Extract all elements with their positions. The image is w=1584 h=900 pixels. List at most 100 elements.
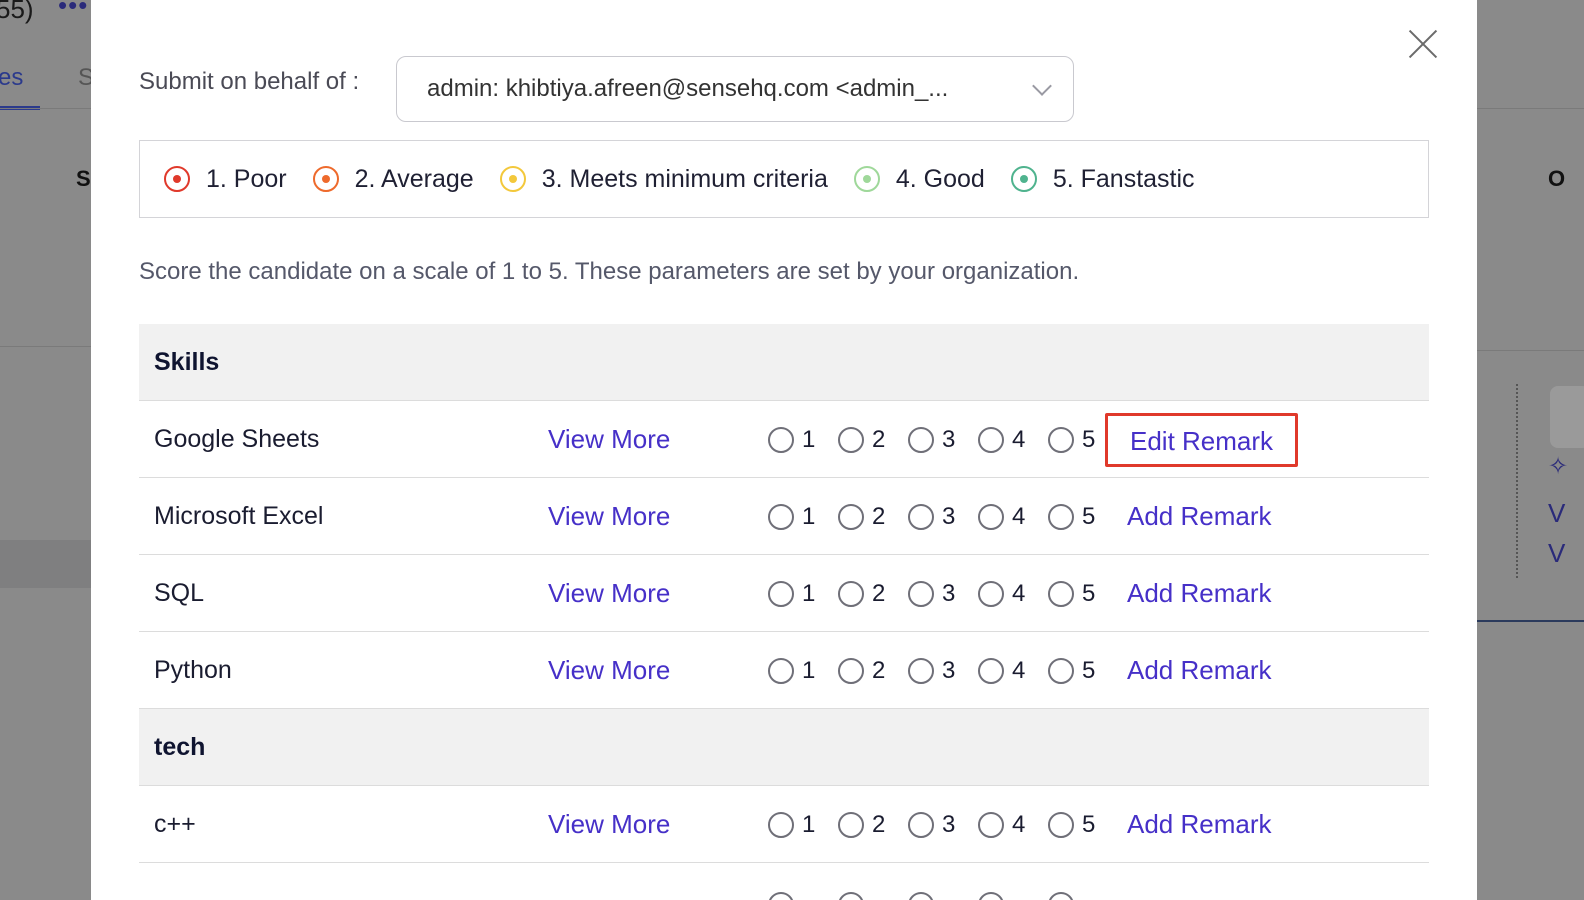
score-option[interactable]	[768, 892, 826, 900]
score-option[interactable]: 3	[908, 811, 966, 839]
score-label: 1	[802, 425, 816, 453]
radio-button[interactable]	[978, 426, 1004, 453]
radio-button[interactable]	[908, 580, 934, 607]
score-label: 3	[942, 579, 956, 607]
radio-button[interactable]	[768, 811, 794, 838]
score-option[interactable]: 2	[838, 657, 896, 685]
legend-label: 2. Average	[354, 164, 474, 193]
radio-button[interactable]	[838, 811, 864, 838]
legend-item-fantastic: 5. Fanstastic	[1010, 165, 1195, 194]
legend-label: 1. Poor	[206, 164, 287, 193]
radio-button[interactable]	[838, 426, 864, 453]
radio-button[interactable]	[1048, 580, 1074, 607]
score-option[interactable]: 4	[978, 580, 1036, 608]
score-option[interactable]	[978, 892, 1036, 900]
view-more-link[interactable]: View More	[548, 401, 670, 478]
legend-item-average: 2. Average	[312, 164, 474, 194]
radio-button[interactable]	[908, 503, 934, 530]
radio-button[interactable]	[838, 657, 864, 684]
legend-item-poor: 1. Poor	[164, 165, 287, 194]
radio-button[interactable]	[908, 811, 934, 838]
score-option[interactable]	[1048, 892, 1106, 900]
score-option[interactable]: 5	[1048, 580, 1106, 608]
score-option[interactable]: 3	[908, 426, 966, 454]
view-more-link[interactable]: View More	[548, 555, 670, 632]
side-card	[1550, 386, 1584, 448]
radio-button[interactable]	[978, 580, 1004, 607]
radio-button[interactable]	[1048, 892, 1074, 900]
score-option[interactable]: 5	[1048, 657, 1106, 685]
rating-legend: 1. Poor 2. Average 3. Meets minimum crit…	[139, 140, 1429, 218]
score-option[interactable]: 2	[838, 580, 896, 608]
radio-button[interactable]	[908, 892, 934, 900]
legend-item-good: 4. Good	[853, 165, 985, 194]
radio-button[interactable]	[768, 892, 794, 900]
radio-button[interactable]	[1048, 426, 1074, 453]
submit-on-behalf-select[interactable]: admin: khibtiya.afreen@sensehq.com <admi…	[396, 56, 1074, 122]
score-option[interactable]: 4	[978, 426, 1036, 454]
score-label: 3	[942, 425, 956, 453]
score-option[interactable]: 5	[1048, 503, 1106, 531]
radio-button[interactable]	[908, 657, 934, 684]
view-more-link[interactable]: View More	[548, 478, 670, 555]
table-row	[139, 863, 1429, 900]
score-option[interactable]: 5	[1048, 426, 1106, 454]
score-label: 2	[872, 425, 886, 453]
score-option[interactable]: 1	[768, 426, 826, 454]
score-label: 1	[802, 502, 816, 530]
score-option[interactable]	[908, 892, 966, 900]
edit-remark-link[interactable]: Edit Remark	[1105, 413, 1299, 467]
score-option[interactable]: 4	[978, 657, 1036, 685]
score-option[interactable]: 1	[768, 580, 826, 608]
radio-button[interactable]	[908, 426, 934, 453]
radio-button[interactable]	[1048, 811, 1074, 838]
table-row: c++ View More 1 2 3 4 5 Add Remark	[139, 786, 1429, 863]
radio-button[interactable]	[978, 503, 1004, 530]
score-label: 3	[942, 656, 956, 684]
rating-dot-icon	[853, 166, 880, 192]
view-more-link[interactable]: View More	[548, 786, 670, 863]
score-option[interactable]: 4	[978, 503, 1036, 531]
radio-button[interactable]	[768, 657, 794, 684]
radio-button[interactable]	[768, 426, 794, 453]
close-icon[interactable]	[1407, 28, 1439, 60]
more-options-icon[interactable]: •••	[58, 0, 88, 21]
score-label: 4	[1012, 425, 1026, 453]
score-option[interactable]: 3	[908, 580, 966, 608]
score-option[interactable]: 4	[978, 811, 1036, 839]
score-option[interactable]: 1	[768, 657, 826, 685]
score-option[interactable]: 1	[768, 811, 826, 839]
radio-button[interactable]	[768, 580, 794, 607]
right-section-heading: O	[1548, 166, 1566, 191]
score-option[interactable]	[838, 892, 896, 900]
score-option[interactable]: 2	[838, 503, 896, 531]
radio-button[interactable]	[1048, 657, 1074, 684]
score-option[interactable]: 2	[838, 426, 896, 454]
score-option[interactable]: 3	[908, 657, 966, 685]
score-option[interactable]: 3	[908, 503, 966, 531]
submit-on-behalf-label: Submit on behalf of :	[139, 68, 360, 95]
add-remark-link[interactable]: Add Remark	[1105, 632, 1294, 709]
score-label: 2	[872, 810, 886, 838]
radio-button[interactable]	[978, 892, 1004, 900]
radio-button[interactable]	[1048, 503, 1074, 530]
skill-name: c++	[154, 810, 196, 838]
tab-active[interactable]: es	[0, 64, 23, 92]
score-option[interactable]: 2	[838, 811, 896, 839]
radio-button[interactable]	[768, 503, 794, 530]
add-remark-link[interactable]: Add Remark	[1105, 555, 1294, 632]
radio-button[interactable]	[838, 503, 864, 530]
legend-label: 3. Meets minimum criteria	[541, 164, 828, 193]
score-option[interactable]: 1	[768, 503, 826, 531]
add-remark-link[interactable]: Add Remark	[1105, 786, 1294, 863]
add-remark-link[interactable]: Add Remark	[1105, 478, 1294, 555]
section-header: tech	[139, 709, 1429, 786]
radio-button[interactable]	[838, 892, 864, 900]
divider	[0, 346, 91, 347]
radio-button[interactable]	[978, 657, 1004, 684]
radio-button[interactable]	[978, 811, 1004, 838]
score-option[interactable]: 5	[1048, 811, 1106, 839]
score-label: 5	[1082, 425, 1096, 453]
radio-button[interactable]	[838, 580, 864, 607]
view-more-link[interactable]: View More	[548, 632, 670, 709]
